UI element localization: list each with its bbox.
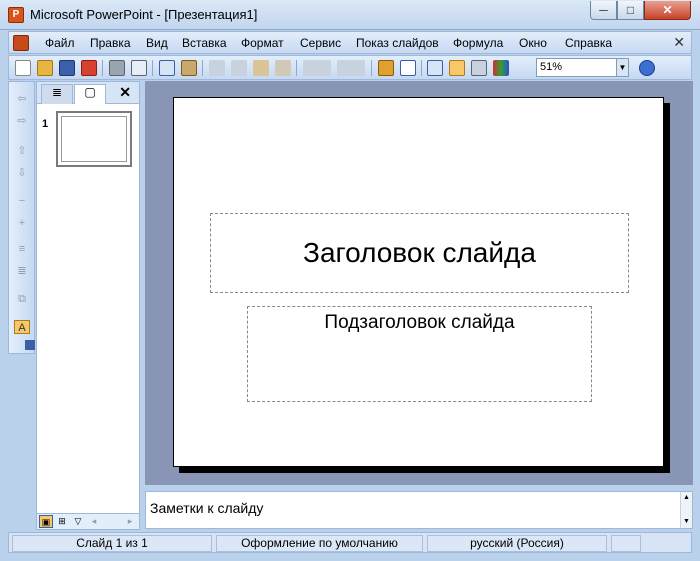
status-design[interactable]: Оформление по умолчанию: [216, 535, 423, 552]
paste-icon[interactable]: [253, 60, 269, 76]
zoom-select[interactable]: 51% ▼: [536, 58, 629, 77]
tab-outline[interactable]: ≣: [41, 84, 73, 104]
menu-help[interactable]: Справка: [565, 36, 612, 50]
toolbar-options-icon[interactable]: [25, 340, 35, 350]
open-folder-icon[interactable]: [37, 60, 53, 76]
pane-tabs: ≣ ▢ ✕: [37, 82, 139, 104]
menu-insert[interactable]: Вставка: [182, 36, 227, 50]
permission-icon[interactable]: [81, 60, 97, 76]
toolbar-separator: [296, 60, 297, 76]
status-slide-position: Слайд 1 из 1: [12, 535, 212, 552]
slide-workspace: Заголовок слайда Подзаголовок слайда: [145, 81, 693, 485]
new-document-icon[interactable]: [15, 60, 31, 76]
menu-tools[interactable]: Сервис: [300, 36, 341, 50]
status-language[interactable]: русский (Россия): [427, 535, 607, 552]
window-title: Microsoft PowerPoint - [Презентация1]: [30, 7, 258, 22]
scroll-left-icon[interactable]: ◂: [87, 515, 101, 528]
notes-pane[interactable]: Заметки к слайду ▲ ▼: [145, 491, 693, 529]
title-bar[interactable]: P Microsoft PowerPoint - [Презентация1] …: [0, 0, 700, 30]
notes-placeholder[interactable]: Заметки к слайду: [150, 500, 263, 516]
tab-slides[interactable]: ▢: [74, 84, 106, 104]
scroll-up-icon[interactable]: ▲: [681, 492, 692, 504]
move-down-icon[interactable]: ⇩: [14, 166, 30, 180]
minimize-button[interactable]: ─: [590, 1, 617, 20]
collapse-all-icon[interactable]: ≡: [14, 242, 30, 256]
redo-icon[interactable]: [337, 60, 365, 76]
status-bar: Слайд 1 из 1 Оформление по умолчанию рус…: [8, 532, 692, 553]
print-preview-icon[interactable]: [131, 60, 147, 76]
promote-icon[interactable]: ⇦: [14, 92, 30, 106]
document-icon[interactable]: [13, 35, 29, 51]
toolbar-separator: [202, 60, 203, 76]
powerpoint-icon[interactable]: P: [8, 7, 24, 23]
spelling-icon[interactable]: [159, 60, 175, 76]
expand-all-icon[interactable]: [427, 60, 443, 76]
zoom-value: 51%: [540, 61, 563, 73]
demote-icon[interactable]: ⇨: [14, 114, 30, 128]
title-placeholder[interactable]: Заголовок слайда: [210, 213, 629, 293]
undo-icon[interactable]: [303, 60, 331, 76]
menu-bar: Файл Правка Вид Вставка Формат Сервис По…: [8, 31, 692, 54]
chevron-down-icon[interactable]: ▼: [616, 59, 628, 76]
maximize-button[interactable]: □: [617, 1, 644, 20]
close-document-icon[interactable]: ✕: [673, 34, 685, 51]
format-painter-icon[interactable]: [275, 60, 291, 76]
slides-pane: ≣ ▢ ✕ 1 ▣ ⊞ ▽ ◂ ▸: [36, 81, 140, 530]
scroll-right-icon[interactable]: ▸: [123, 515, 137, 528]
expand-icon[interactable]: +: [14, 216, 30, 230]
collapse-icon[interactable]: −: [14, 194, 30, 208]
research-icon[interactable]: [181, 60, 197, 76]
thumbnail-preview: [61, 116, 127, 162]
insert-chart-icon[interactable]: [378, 60, 394, 76]
save-icon[interactable]: [59, 60, 75, 76]
toolbar-separator: [371, 60, 372, 76]
normal-view-icon[interactable]: ▣: [39, 515, 53, 528]
close-button[interactable]: ✕: [644, 1, 691, 20]
move-up-icon[interactable]: ⇧: [14, 144, 30, 158]
status-spare: [611, 535, 641, 552]
close-icon[interactable]: ✕: [119, 84, 131, 101]
outlining-toolbar: ⇦ ⇨ ⇧ ⇩ − + ≡ ≣ ⧉ A: [8, 81, 35, 354]
copy-icon[interactable]: [231, 60, 247, 76]
summary-slide-icon[interactable]: ⧉: [14, 292, 30, 306]
show-grid-icon[interactable]: [471, 60, 487, 76]
thumbnail-number: 1: [42, 118, 49, 130]
show-formatting-icon[interactable]: [449, 60, 465, 76]
subtitle-placeholder[interactable]: Подзаголовок слайда: [247, 306, 592, 402]
color-grayscale-icon[interactable]: [493, 60, 509, 76]
menu-slideshow[interactable]: Показ слайдов: [356, 36, 439, 50]
menu-window[interactable]: Окно: [519, 36, 547, 50]
menu-file[interactable]: Файл: [45, 36, 75, 50]
slideshow-icon[interactable]: ▽: [71, 515, 85, 528]
toolbar-separator: [152, 60, 153, 76]
expand-all-icon[interactable]: ≣: [14, 264, 30, 278]
slide-sorter-icon[interactable]: ⊞: [55, 515, 69, 528]
menu-format[interactable]: Формат: [241, 36, 284, 50]
menu-view[interactable]: Вид: [146, 36, 168, 50]
show-formatting-icon[interactable]: A: [14, 320, 30, 334]
menu-edit[interactable]: Правка: [90, 36, 131, 50]
scroll-down-icon[interactable]: ▼: [681, 516, 692, 528]
toolbar-separator: [102, 60, 103, 76]
insert-table-icon[interactable]: [400, 60, 416, 76]
cut-icon[interactable]: [209, 60, 225, 76]
help-icon[interactable]: [639, 60, 655, 76]
toolbar-separator: [421, 60, 422, 76]
print-icon[interactable]: [109, 60, 125, 76]
slide-thumbnail[interactable]: [56, 111, 132, 167]
slide-canvas[interactable]: Заголовок слайда Подзаголовок слайда: [173, 97, 664, 467]
menu-formula[interactable]: Формула: [453, 36, 503, 50]
standard-toolbar: 51% ▼: [8, 55, 692, 80]
notes-scrollbar[interactable]: ▲ ▼: [680, 492, 692, 528]
view-buttons-bar: ▣ ⊞ ▽ ◂ ▸: [37, 513, 139, 529]
